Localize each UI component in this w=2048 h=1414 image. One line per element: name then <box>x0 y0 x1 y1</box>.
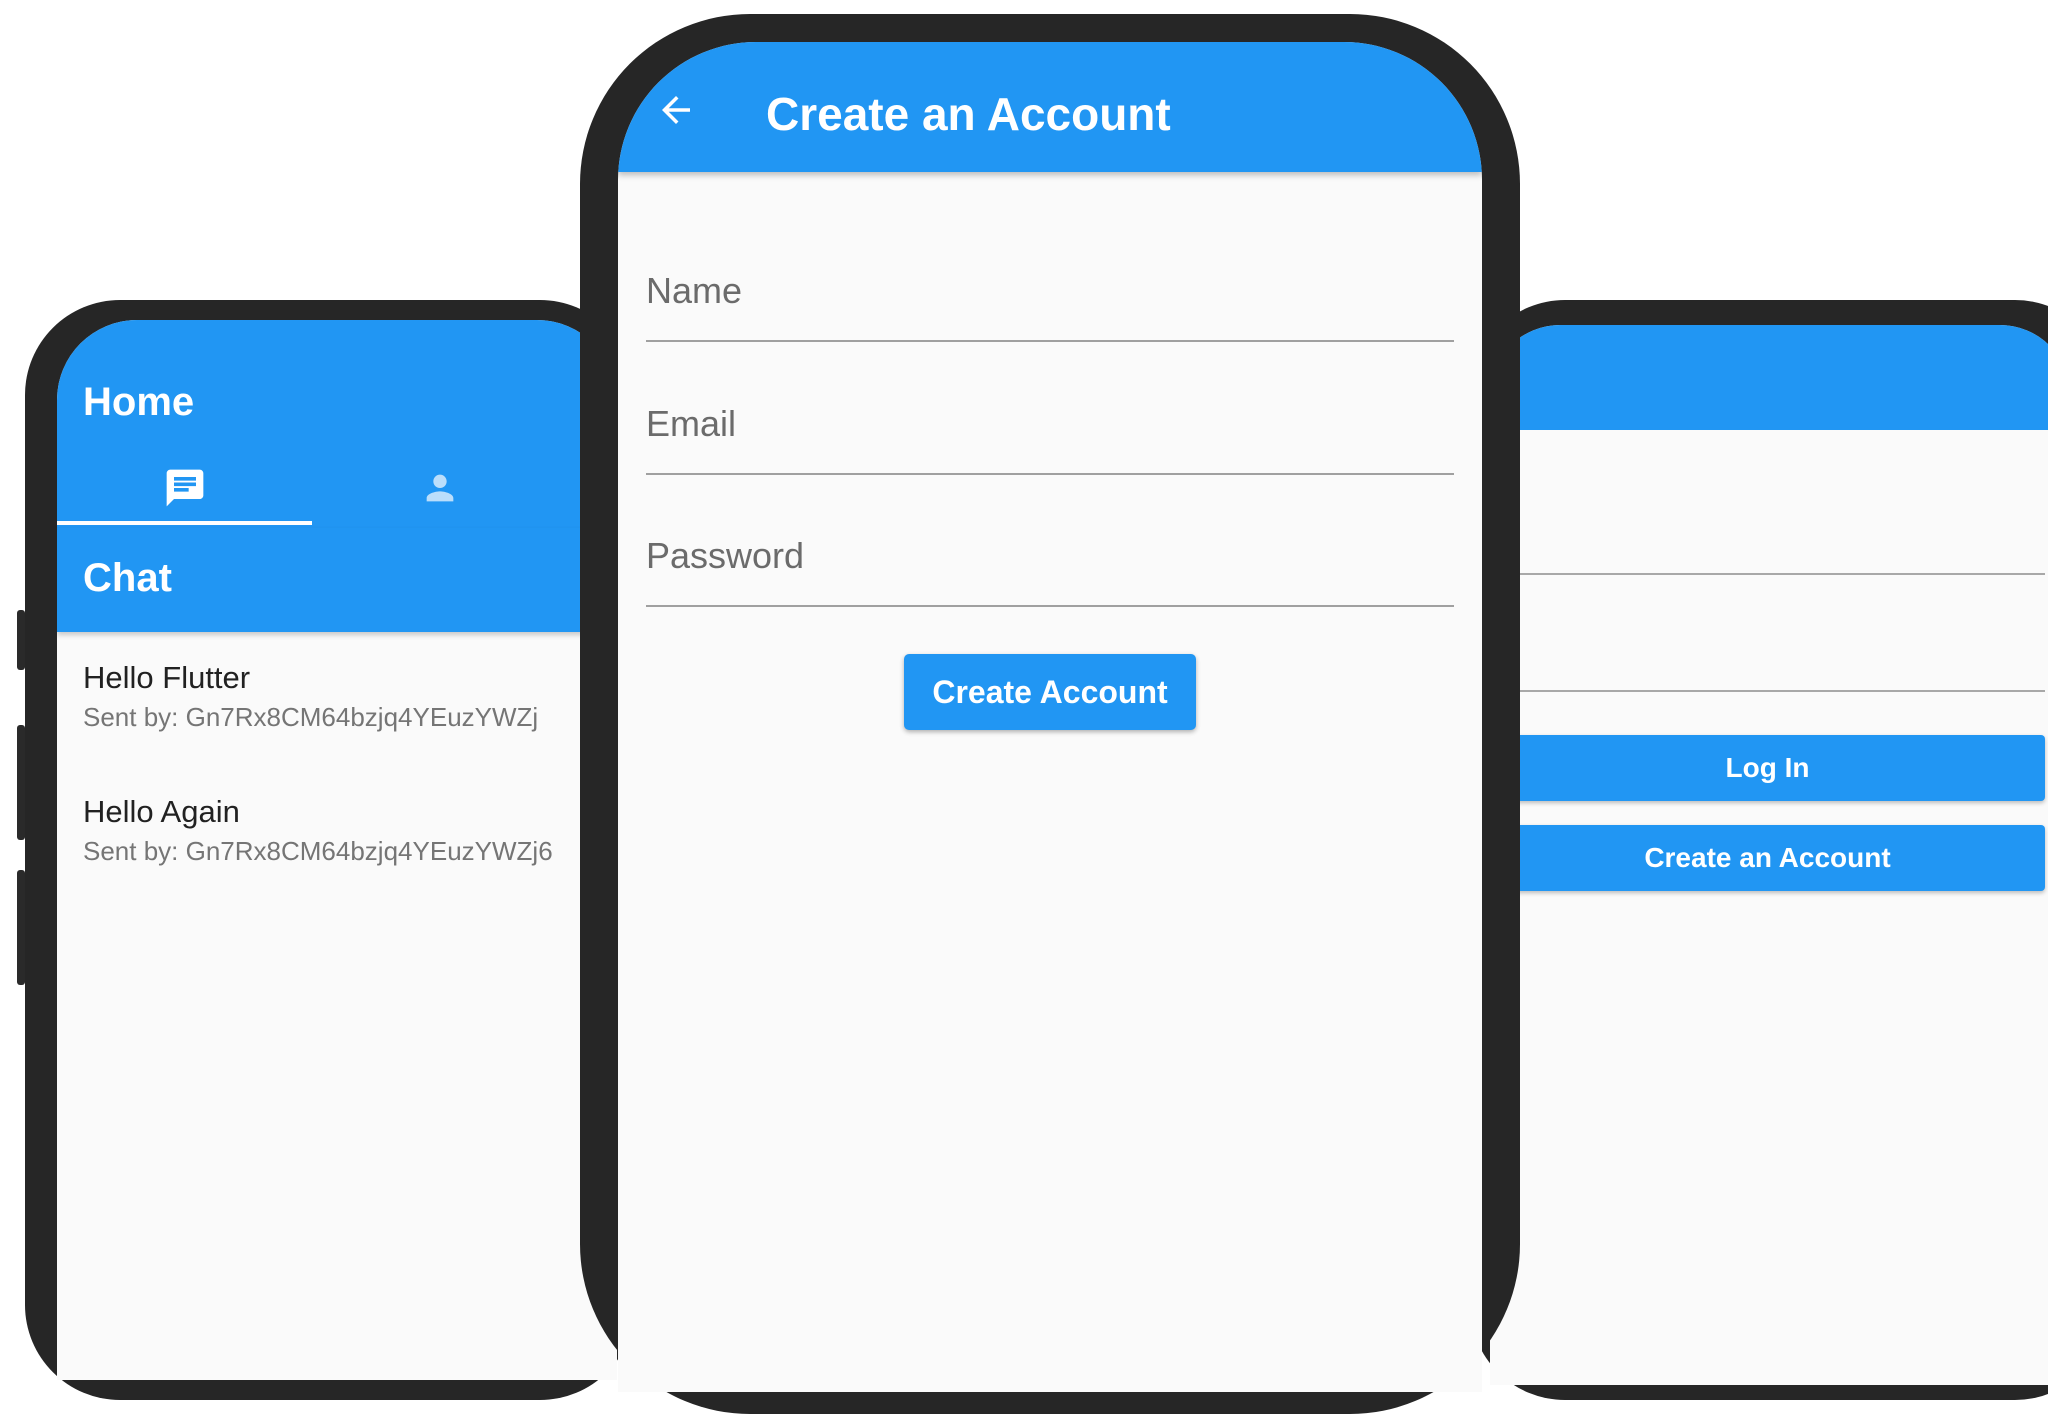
side-button <box>17 610 25 670</box>
name-field-underline <box>646 340 1454 342</box>
login-screen: Log In Create an Account <box>1490 325 2048 1385</box>
tab-chat[interactable] <box>57 450 312 525</box>
login-app-bar <box>1490 325 2048 430</box>
email-input[interactable] <box>646 375 1454 472</box>
phone-frame-right: Log In Create an Account <box>1470 300 2048 1400</box>
phone-frame-center: Create an Account Create Account <box>580 14 1520 1414</box>
list-item[interactable]: Hello Flutter Sent by: Gn7Rx8CM64bzjq4YE… <box>83 660 538 733</box>
home-screen: Home Chat Hello Flutter Sent by: Gn7Rx8C… <box>57 320 617 1380</box>
create-account-button[interactable]: Create Account <box>904 654 1196 730</box>
create-account-link-button[interactable]: Create an Account <box>1490 825 2045 891</box>
email-field-underline <box>646 473 1454 475</box>
person-icon <box>426 474 453 501</box>
arrow-back-icon <box>662 96 690 124</box>
create-account-screen: Create an Account Create Account <box>618 42 1482 1392</box>
phone-frame-left: Home Chat Hello Flutter Sent by: Gn7Rx8C… <box>17 300 635 1400</box>
message-sender: Sent by: Gn7Rx8CM64bzjq4YEuzYWZj <box>83 702 539 732</box>
page-title: Create an Account <box>766 88 1171 140</box>
chat-app-bar: Chat <box>57 528 617 632</box>
message-sender: Sent by: Gn7Rx8CM64bzjq4YEuzYWZj6 <box>83 836 553 866</box>
password-input[interactable] <box>646 507 1454 604</box>
tab-indicator <box>57 521 312 525</box>
message-text: Hello Flutter <box>83 660 251 695</box>
email-field[interactable] <box>646 375 1454 475</box>
chat-icon <box>166 469 203 506</box>
create-account-app-bar: Create an Account <box>618 42 1482 172</box>
password-field-underline <box>646 605 1454 607</box>
home-title: Home <box>83 380 195 424</box>
login-button[interactable]: Log In <box>1490 735 2045 801</box>
side-button <box>17 870 25 985</box>
password-field[interactable] <box>646 507 1454 607</box>
tab-profile[interactable] <box>312 450 567 525</box>
chat-title: Chat <box>83 556 172 600</box>
back-button[interactable] <box>648 82 704 138</box>
email-field-underline <box>1490 573 2045 575</box>
side-button <box>17 725 25 840</box>
name-field[interactable] <box>646 242 1454 342</box>
message-text: Hello Again <box>83 794 240 829</box>
list-item[interactable]: Hello Again Sent by: Gn7Rx8CM64bzjq4YEuz… <box>83 794 553 867</box>
password-field-underline <box>1490 690 2045 692</box>
name-input[interactable] <box>646 242 1454 339</box>
